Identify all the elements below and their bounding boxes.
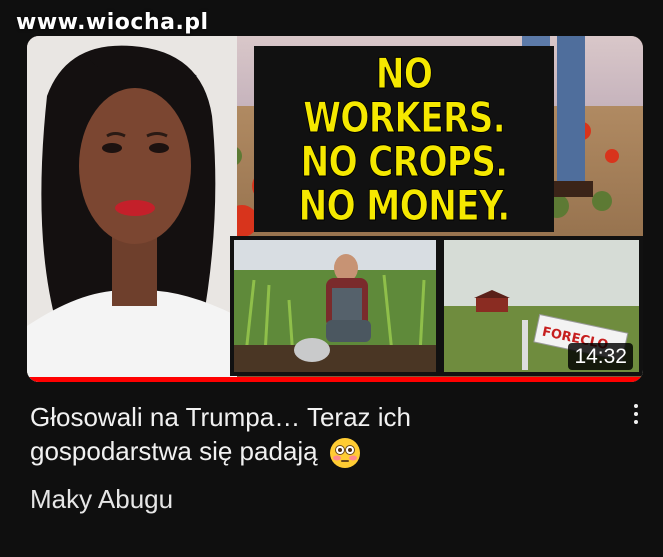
- video-thumbnail[interactable]: NO WORKERS. NO CROPS. NO MONEY. FORECLO …: [27, 36, 643, 382]
- site-watermark: www.wiocha.pl: [16, 10, 209, 35]
- headline-line-3: NO MONEY.: [298, 181, 511, 230]
- headline-line-2: NO CROPS.: [300, 137, 509, 186]
- video-title[interactable]: Głosowali na Trumpa… Teraz ich gospodars…: [30, 400, 600, 469]
- channel-name[interactable]: Maky Abugu: [30, 484, 173, 515]
- video-title-line-2: gospodarstwa się padają: [30, 436, 318, 466]
- headline-banner: NO WORKERS. NO CROPS. NO MONEY.: [254, 46, 554, 232]
- more-options-icon[interactable]: [626, 402, 646, 428]
- headline-line-1: NO WORKERS.: [303, 49, 506, 142]
- farmer-inset-image: [230, 236, 440, 376]
- video-duration-badge: 14:32: [568, 343, 633, 370]
- watch-progress-fill: [27, 377, 643, 382]
- video-title-line-1: Głosowali na Trumpa… Teraz ich: [30, 402, 412, 432]
- flushed-face-icon: [329, 438, 360, 469]
- watch-progress-bar: [27, 377, 643, 382]
- presenter-portrait: [27, 45, 237, 382]
